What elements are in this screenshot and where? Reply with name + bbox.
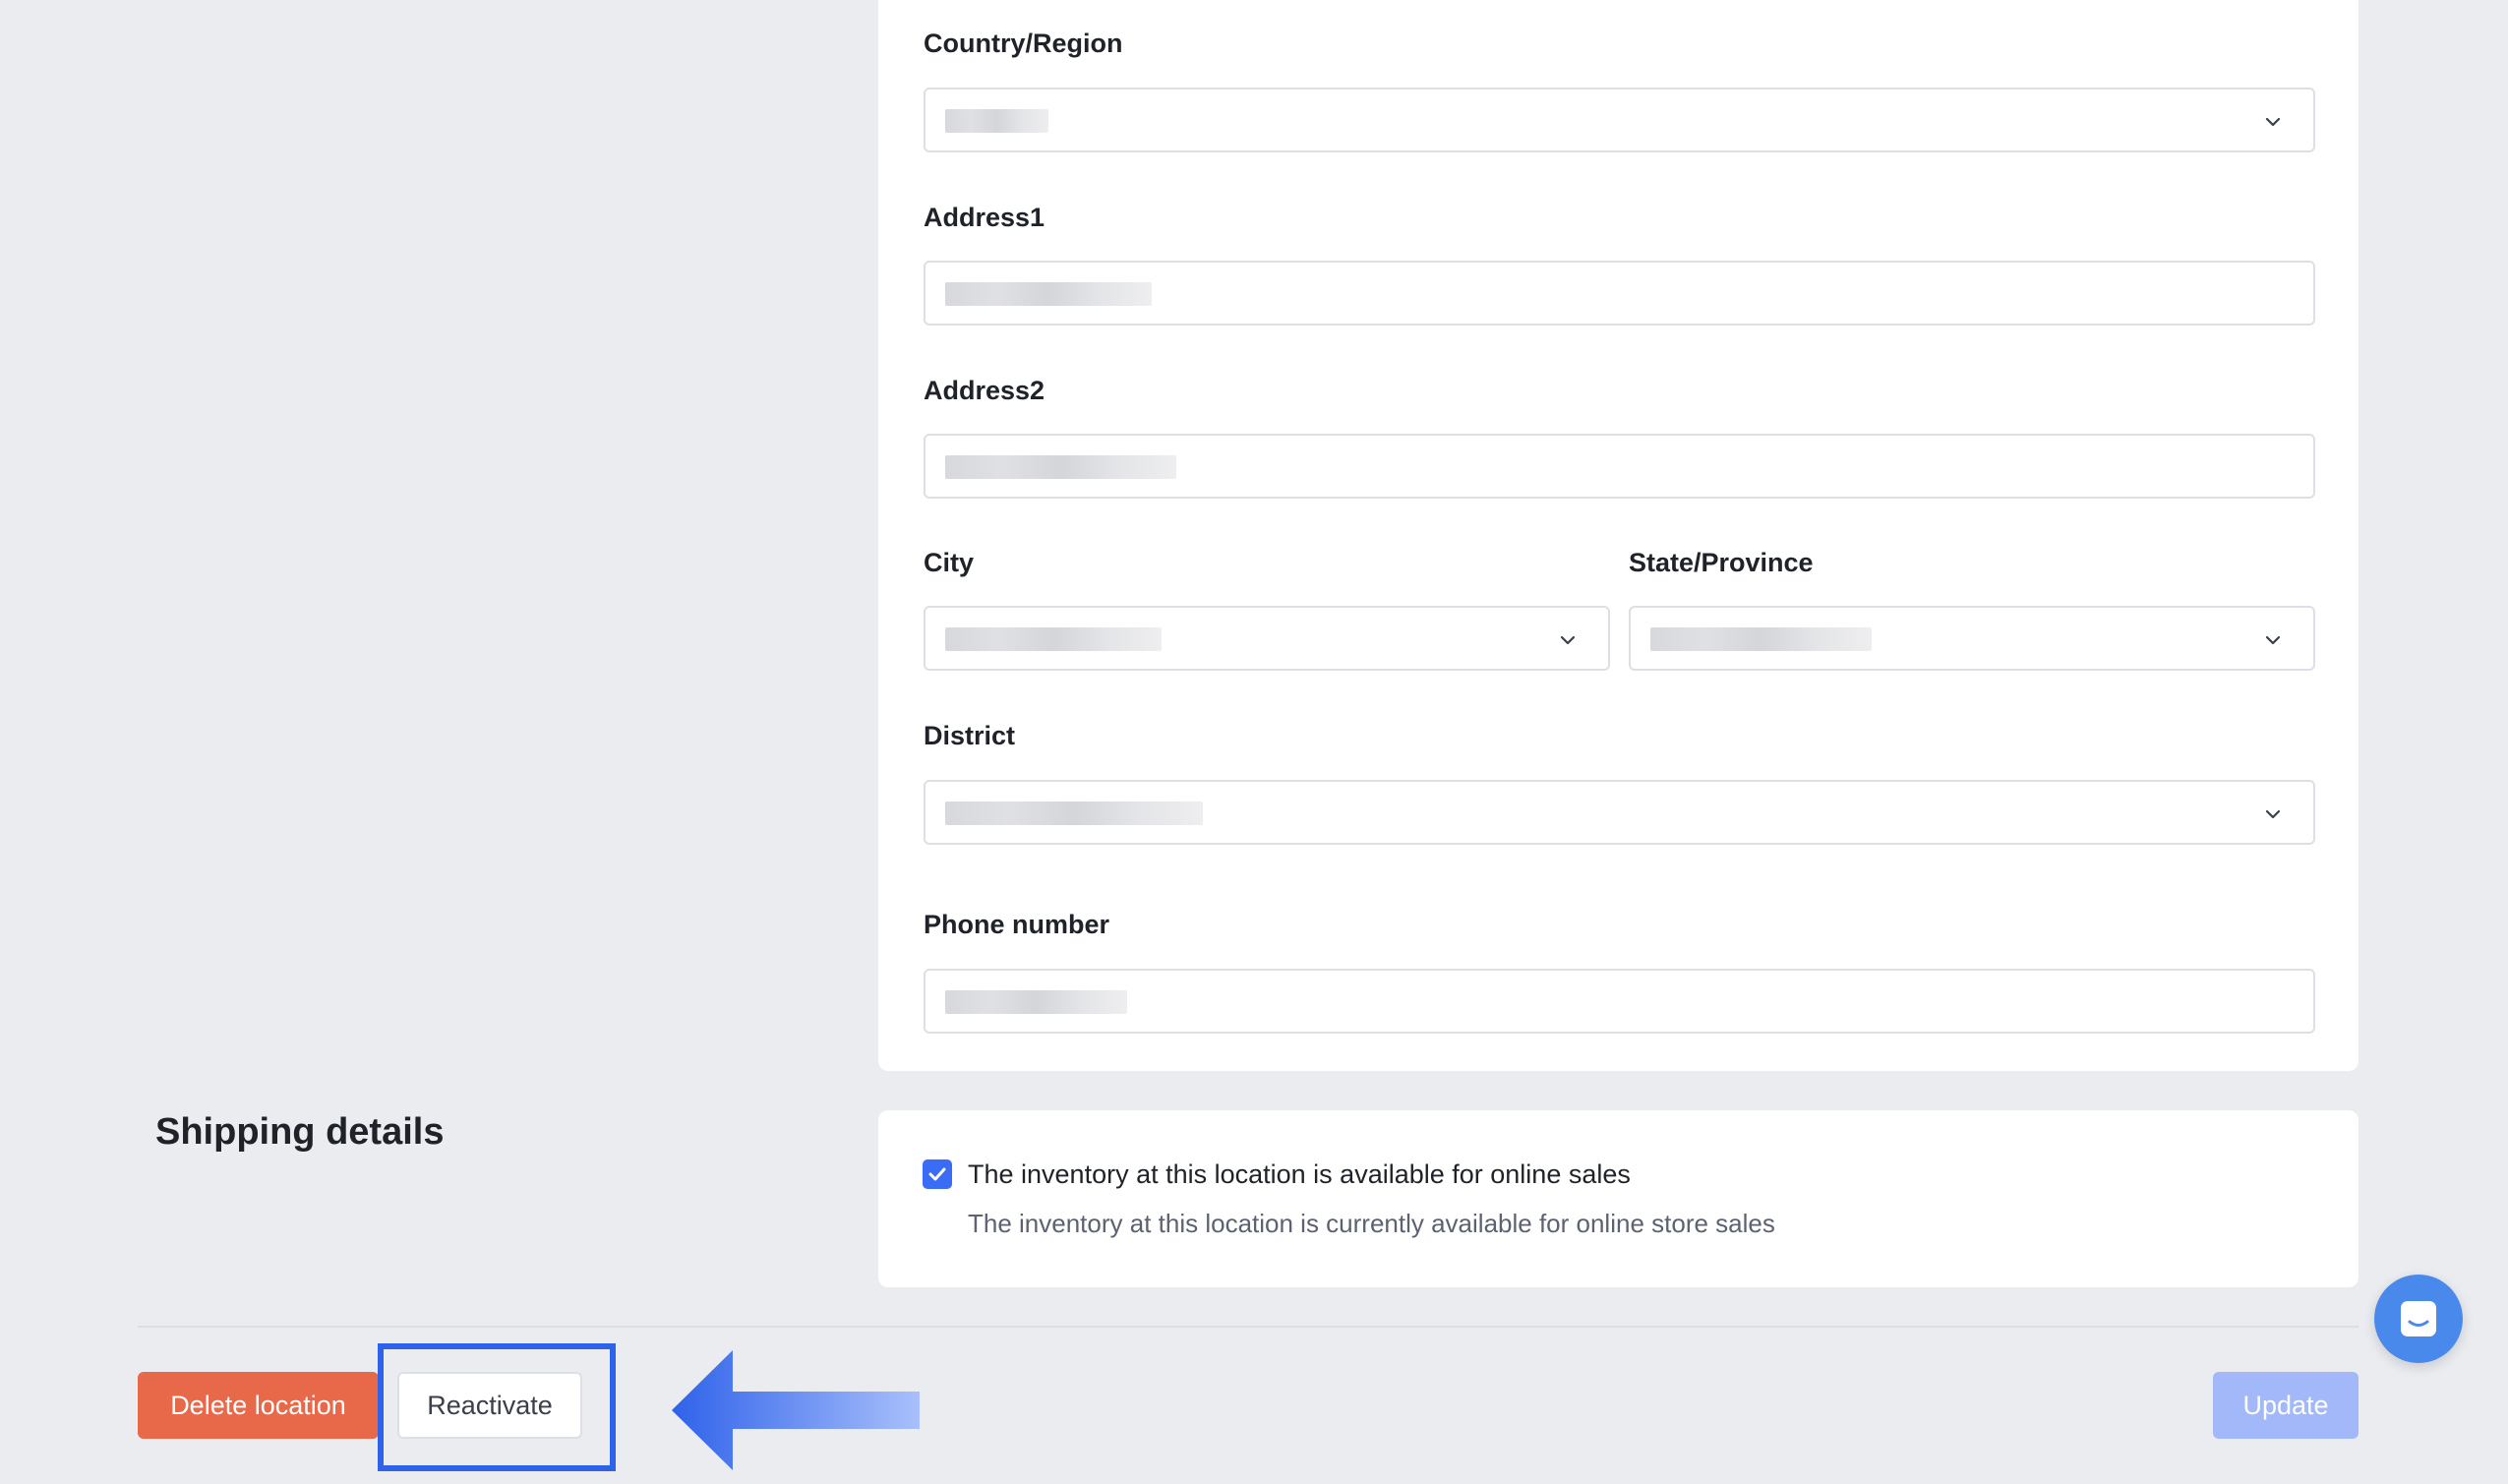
- redacted-value: [945, 990, 1127, 1014]
- chevron-down-icon: [1560, 635, 1576, 645]
- address2-input[interactable]: [924, 434, 2315, 499]
- chat-icon: [2401, 1301, 2436, 1336]
- footer-divider: [138, 1326, 2359, 1328]
- redacted-value: [945, 455, 1176, 479]
- address1-input[interactable]: [924, 261, 2315, 326]
- chevron-down-icon: [2265, 809, 2281, 819]
- chevron-down-icon: [2265, 117, 2281, 127]
- shipping-details-title: Shipping details: [155, 1111, 445, 1153]
- chat-support-button[interactable]: [2374, 1275, 2463, 1363]
- online-sales-checkbox[interactable]: [923, 1159, 952, 1189]
- phone-number-input[interactable]: [924, 969, 2315, 1034]
- checkmark-icon: [928, 1167, 946, 1181]
- update-button[interactable]: Update: [2213, 1372, 2359, 1439]
- redacted-value: [945, 627, 1162, 651]
- city-select[interactable]: [924, 606, 1610, 671]
- redacted-value: [945, 282, 1152, 306]
- state-province-select[interactable]: [1629, 606, 2315, 671]
- city-label: City: [924, 548, 975, 577]
- address2-label: Address2: [924, 376, 1045, 405]
- country-region-select[interactable]: [924, 88, 2315, 152]
- phone-number-label: Phone number: [924, 910, 1110, 939]
- district-select[interactable]: [924, 780, 2315, 845]
- arrow-left-icon: [672, 1350, 920, 1470]
- address1-label: Address1: [924, 203, 1045, 232]
- online-sales-label[interactable]: The inventory at this location is availa…: [968, 1159, 1631, 1190]
- chevron-down-icon: [2265, 635, 2281, 645]
- online-sales-description: The inventory at this location is curren…: [968, 1209, 1775, 1238]
- redacted-value: [1650, 627, 1872, 651]
- redacted-value: [945, 109, 1048, 133]
- district-label: District: [924, 721, 1016, 750]
- shipping-details-card: [878, 1110, 2359, 1287]
- redacted-value: [945, 801, 1203, 825]
- country-region-label: Country/Region: [924, 29, 1123, 58]
- annotation-highlight-box: [378, 1343, 616, 1471]
- delete-location-button[interactable]: Delete location: [138, 1372, 379, 1439]
- state-province-label: State/Province: [1629, 548, 1814, 577]
